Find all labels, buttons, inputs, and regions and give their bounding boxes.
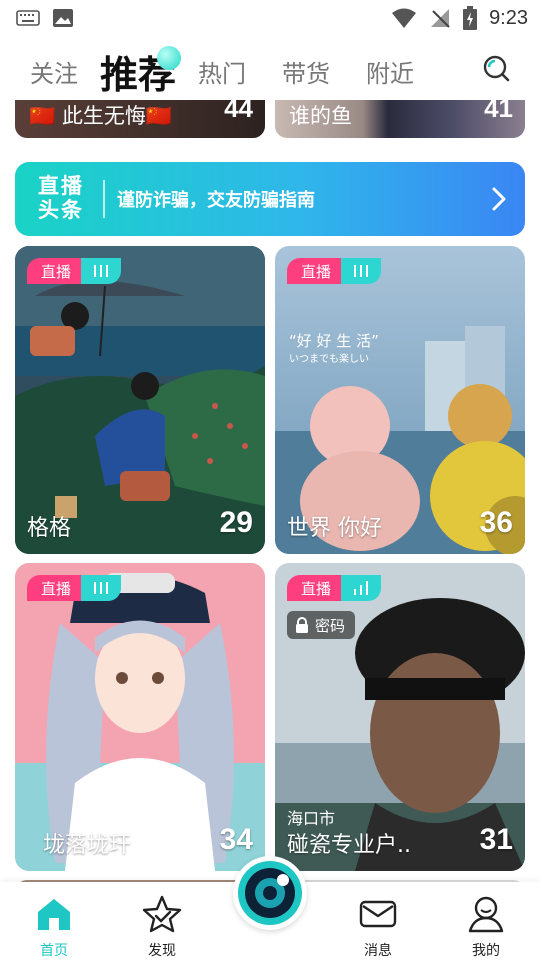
status-time: 9:23 xyxy=(489,6,528,29)
image-icon xyxy=(53,9,73,27)
keyboard-icon xyxy=(16,10,40,26)
live-room-card[interactable]: 直播 垅落垅玕 34 xyxy=(15,563,265,871)
streamer-name: 垅落垅玕 xyxy=(43,833,132,858)
card-title: 🇨🇳 此生无悔🇨🇳 xyxy=(29,104,172,128)
card-title: 谁的鱼 xyxy=(289,104,352,128)
nav-messages[interactable]: 消息 xyxy=(338,894,418,960)
user-icon xyxy=(468,896,504,933)
anti-fraud-banner[interactable]: 直播 头条 谨防诈骗，交友防骗指南 xyxy=(15,162,525,236)
tab-indicator-dot xyxy=(157,46,181,70)
live-label: 直播 xyxy=(287,258,342,284)
live-room-card[interactable]: 直播 格格 29 xyxy=(15,246,265,554)
live-badge: 直播 xyxy=(287,575,382,601)
nav-label: 消息 xyxy=(364,943,392,959)
nav-discover[interactable]: 发现 xyxy=(122,894,202,960)
live-room-card[interactable]: 直播 密码 海口市 碰瓷专业户.. 31 xyxy=(275,563,525,871)
live-bars-icon xyxy=(341,258,382,284)
nav-profile[interactable]: 我的 xyxy=(446,894,526,960)
nav-label: 首页 xyxy=(40,943,68,959)
streamer-name: 世界 你好 xyxy=(287,516,382,541)
live-headline-logo: 直播 头条 xyxy=(31,174,91,222)
search-icon[interactable] xyxy=(482,54,510,82)
home-icon xyxy=(38,899,70,930)
banner-divider xyxy=(103,180,105,218)
live-badge: 直播 xyxy=(27,575,122,601)
live-label: 直播 xyxy=(27,575,82,601)
signal-bars-icon xyxy=(341,575,382,601)
battery-charging-icon xyxy=(463,6,478,30)
password-badge: 密码 xyxy=(287,611,356,639)
live-bars-icon xyxy=(81,258,122,284)
logo-line-1: 直播 xyxy=(38,174,84,198)
star-icon xyxy=(142,895,182,933)
streamer-name: 格格 xyxy=(27,516,72,541)
streamer-city: 海口市 xyxy=(287,809,336,828)
viewer-count: 36 xyxy=(479,506,513,539)
live-badge: 直播 xyxy=(27,258,122,284)
viewer-count: 44 xyxy=(224,100,253,123)
tab-follow[interactable]: 关注 xyxy=(30,54,78,89)
banner-text: 谨防诈骗，交友防骗指南 xyxy=(117,190,315,211)
password-label: 密码 xyxy=(315,616,346,635)
viewer-count: 31 xyxy=(479,823,513,856)
nav-label: 发现 xyxy=(148,943,176,959)
nav-label: 我的 xyxy=(472,943,500,959)
streamer-name: 碰瓷专业户.. xyxy=(287,833,411,858)
viewer-count: 41 xyxy=(484,100,513,123)
bottom-nav-bar: 首页 发现 消息 我的 xyxy=(0,856,540,960)
svg-text:“好 好 生 活”: “好 好 生 活” xyxy=(289,332,379,350)
camera-lens-icon xyxy=(238,861,302,925)
start-live-button[interactable] xyxy=(233,856,307,930)
partial-live-card[interactable]: 谁的鱼 41 xyxy=(275,100,525,138)
chevron-right-icon xyxy=(492,187,506,211)
live-bars-icon xyxy=(81,575,122,601)
no-signal-icon xyxy=(431,9,450,28)
wifi-icon xyxy=(392,8,417,28)
live-room-card[interactable]: “好 好 生 活” いつまでも楽しい 直播 世界 你好 36 xyxy=(275,246,525,554)
lock-icon xyxy=(296,617,308,633)
mail-icon xyxy=(359,900,397,928)
logo-line-2: 头条 xyxy=(38,198,84,222)
tab-shopping[interactable]: 带货 xyxy=(282,54,330,89)
partial-live-card[interactable]: 🇨🇳 此生无悔🇨🇳 44 xyxy=(15,100,265,138)
svg-text:いつまでも楽しい: いつまでも楽しい xyxy=(289,352,369,365)
top-tab-bar: 关注 推荐 热门 带货 附近 xyxy=(0,36,540,100)
nav-home[interactable]: 首页 xyxy=(14,894,94,960)
live-label: 直播 xyxy=(27,258,82,284)
tab-hot[interactable]: 热门 xyxy=(198,54,246,89)
viewer-count: 29 xyxy=(219,506,253,539)
viewer-count: 34 xyxy=(219,823,253,856)
live-label: 直播 xyxy=(287,575,342,601)
live-badge: 直播 xyxy=(287,258,382,284)
status-bar: 9:23 xyxy=(0,0,540,36)
tab-nearby[interactable]: 附近 xyxy=(366,54,414,89)
